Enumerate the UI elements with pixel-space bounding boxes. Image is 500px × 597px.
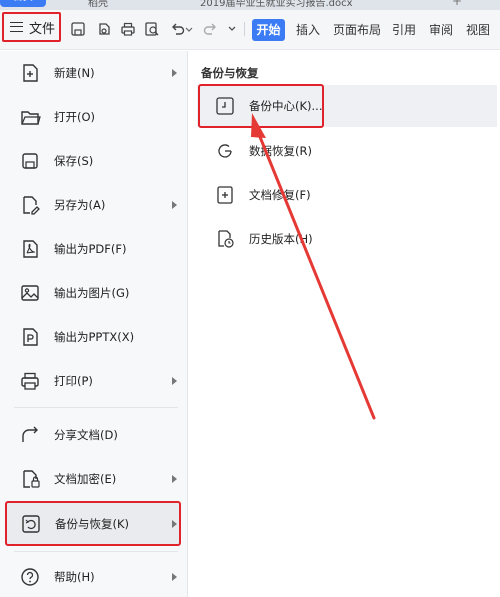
menu-divider xyxy=(14,551,178,552)
tab-start[interactable]: 开始 xyxy=(252,19,285,41)
menu-item-save-as[interactable]: 另存为(A) xyxy=(0,183,188,227)
toolbar: 文件 开始 插入 页面布局 引用 审阅 视图 xyxy=(0,10,500,50)
menu-item-label: 分享文档(D) xyxy=(54,428,118,442)
window-tab-strip: 首页 稻壳 2019届毕业生就业实习报告.docx + xyxy=(0,0,500,10)
print-quick-icon[interactable] xyxy=(120,21,136,37)
data-recovery-icon xyxy=(218,144,232,158)
print-icon xyxy=(21,372,39,390)
menu-item-label: 帮助(H) xyxy=(54,570,95,584)
submenu-arrow-icon xyxy=(172,519,177,528)
new-icon xyxy=(23,64,38,82)
pptx-icon xyxy=(23,328,38,346)
document-tab[interactable]: 2019届毕业生就业实习报告.docx xyxy=(200,0,380,9)
menu-item-label: 输出为图片(G) xyxy=(54,286,130,300)
undo-icon[interactable] xyxy=(170,21,186,37)
menu-item-label: 新建(N) xyxy=(54,66,95,80)
menu-item-label: 打开(O) xyxy=(54,110,96,124)
menu-item-new[interactable]: 新建(N) xyxy=(0,51,188,95)
docer-tab[interactable]: 稻壳 xyxy=(88,0,108,9)
menu-item-export-image[interactable]: 输出为图片(G) xyxy=(0,271,188,315)
submenu-title: 备份与恢复 xyxy=(201,66,259,80)
menu-item-label: 另存为(A) xyxy=(54,198,106,212)
customize-dropdown-icon[interactable] xyxy=(227,21,237,37)
menu-item-encrypt[interactable]: 文档加密(E) xyxy=(0,457,188,501)
menu-item-export-pptx[interactable]: 输出为PPTX(X) xyxy=(0,315,188,359)
new-tab-button[interactable]: + xyxy=(452,0,462,8)
submenu-item-label: 文档修复(F) xyxy=(249,188,311,202)
submenu-item-label: 历史版本(H) xyxy=(249,232,313,246)
submenu-arrow-icon xyxy=(172,475,177,483)
file-menu: 新建(N) 打开(O) 保存(S) 另存为(A) 输出为PDF(F) 输出为图片… xyxy=(0,51,188,597)
submenu-item-doc-repair[interactable]: 文档修复(F) xyxy=(197,174,497,216)
doc-repair-icon xyxy=(217,186,233,204)
tab-insert[interactable]: 插入 xyxy=(296,19,320,41)
tab-view[interactable]: 视图 xyxy=(466,19,490,41)
menu-item-label: 文档加密(E) xyxy=(54,472,117,486)
undo-dropdown-icon[interactable] xyxy=(185,21,193,37)
menu-divider xyxy=(14,407,178,408)
menu-item-label: 输出为PDF(F) xyxy=(54,242,127,256)
submenu-item-data-recovery[interactable]: 数据恢复(R) xyxy=(197,130,497,172)
menu-item-label: 备份与恢复(K) xyxy=(55,516,130,531)
folder-icon xyxy=(21,111,41,125)
menu-item-save[interactable]: 保存(S) xyxy=(0,139,188,183)
redo-icon[interactable] xyxy=(202,21,218,37)
share-icon xyxy=(22,426,38,442)
backup-icon xyxy=(22,514,40,533)
submenu-arrow-icon xyxy=(172,201,177,209)
pdf-icon xyxy=(23,240,38,258)
save-quick-icon[interactable] xyxy=(70,21,86,37)
menu-item-label: 打印(P) xyxy=(54,374,93,388)
tab-reference[interactable]: 引用 xyxy=(392,19,416,41)
backup-center-highlight xyxy=(198,84,324,128)
help-icon xyxy=(21,568,39,586)
submenu-item-history-version[interactable]: 历史版本(H) xyxy=(197,218,497,260)
save-as-icon xyxy=(23,196,40,215)
print-preview-quick-icon[interactable] xyxy=(144,21,160,37)
toolbar-divider xyxy=(244,22,245,36)
submenu-arrow-icon xyxy=(172,573,177,581)
menu-item-backup-restore[interactable]: 备份与恢复(K) xyxy=(5,501,181,546)
menu-item-export-pdf[interactable]: 输出为PDF(F) xyxy=(0,227,188,271)
home-tab[interactable]: 首页 xyxy=(0,0,46,7)
backup-submenu: 备份与恢复 备份中心(K)... 数据恢复(R) 文档修复(F) 历史版本(H) xyxy=(189,51,500,597)
menu-item-share[interactable]: 分享文档(D) xyxy=(0,413,188,457)
export-quick-icon[interactable] xyxy=(96,21,112,37)
submenu-item-label: 数据恢复(R) xyxy=(249,144,312,158)
file-menu-button[interactable]: 文件 xyxy=(2,12,61,42)
menu-item-label: 输出为PPTX(X) xyxy=(54,330,135,344)
submenu-arrow-icon xyxy=(172,69,177,77)
tab-review[interactable]: 审阅 xyxy=(429,19,453,41)
submenu-arrow-icon xyxy=(172,377,177,385)
menu-item-open[interactable]: 打开(O) xyxy=(0,95,188,139)
menu-item-label: 保存(S) xyxy=(54,154,94,168)
hamburger-icon xyxy=(10,22,23,32)
menu-item-help[interactable]: 帮助(H) xyxy=(0,555,188,597)
menu-item-print[interactable]: 打印(P) xyxy=(0,359,188,403)
lock-icon xyxy=(23,470,40,488)
file-menu-label: 文件 xyxy=(29,21,56,37)
image-icon xyxy=(21,285,39,301)
save-icon xyxy=(22,153,38,169)
tab-page-layout[interactable]: 页面布局 xyxy=(333,19,381,41)
history-version-icon xyxy=(218,230,234,248)
